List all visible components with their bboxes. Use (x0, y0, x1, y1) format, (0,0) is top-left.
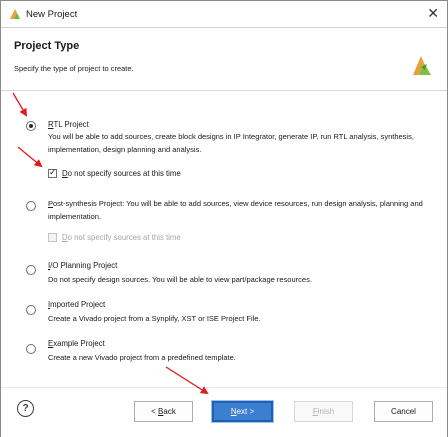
rtl-project-label[interactable]: RTL Project (48, 120, 89, 129)
close-icon[interactable]: ✕ (427, 6, 439, 20)
back-button[interactable]: < Back (134, 401, 193, 422)
page-subtitle: Specify the type of project to create. (14, 64, 134, 73)
project-type-options: RTL Project You will be able to add sour… (1, 91, 447, 386)
help-icon[interactable]: ? (17, 400, 34, 417)
example-project-description: Create a new Vivado project from a prede… (48, 353, 236, 362)
rtl-project-radio[interactable] (26, 121, 36, 131)
window-title: New Project (26, 9, 78, 20)
io-planning-description: Do not specify design sources. You will … (48, 275, 312, 284)
rtl-no-sources-checkbox[interactable] (48, 167, 57, 178)
example-project-radio[interactable] (26, 344, 36, 354)
post-synthesis-no-sources-label: Do not specify sources at this time (62, 233, 181, 242)
post-synthesis-label[interactable]: Post-synthesis Project: You will be able… (48, 197, 428, 223)
imported-project-label[interactable]: Imported Project (48, 300, 105, 309)
page-title: Project Type (14, 40, 80, 52)
imported-project-description: Create a Vivado project from a Synplify,… (48, 314, 261, 323)
imported-project-radio[interactable] (26, 305, 36, 315)
new-project-dialog: New Project ✕ Project Type Specify the t… (0, 0, 448, 437)
io-planning-radio[interactable] (26, 265, 36, 275)
rtl-project-description: You will be able to add sources, create … (48, 132, 414, 154)
post-synthesis-no-sources-checkbox[interactable] (48, 233, 57, 242)
next-button[interactable]: Next > (212, 401, 273, 422)
vivado-app-icon (10, 9, 20, 19)
vivado-logo-icon (413, 56, 431, 75)
io-planning-label[interactable]: I/O Planning Project (48, 261, 117, 270)
example-project-label[interactable]: Example Project (48, 339, 105, 348)
title-bar[interactable]: New Project ✕ (1, 1, 447, 28)
dialog-footer: ? < Back Next > Finish Cancel (1, 387, 447, 437)
cancel-button[interactable]: Cancel (374, 401, 433, 422)
page-header: Project Type Specify the type of project… (1, 28, 447, 91)
post-synthesis-radio[interactable] (26, 201, 36, 211)
finish-button[interactable]: Finish (294, 401, 353, 422)
rtl-no-sources-label[interactable]: Do not specify sources at this time (62, 169, 181, 178)
